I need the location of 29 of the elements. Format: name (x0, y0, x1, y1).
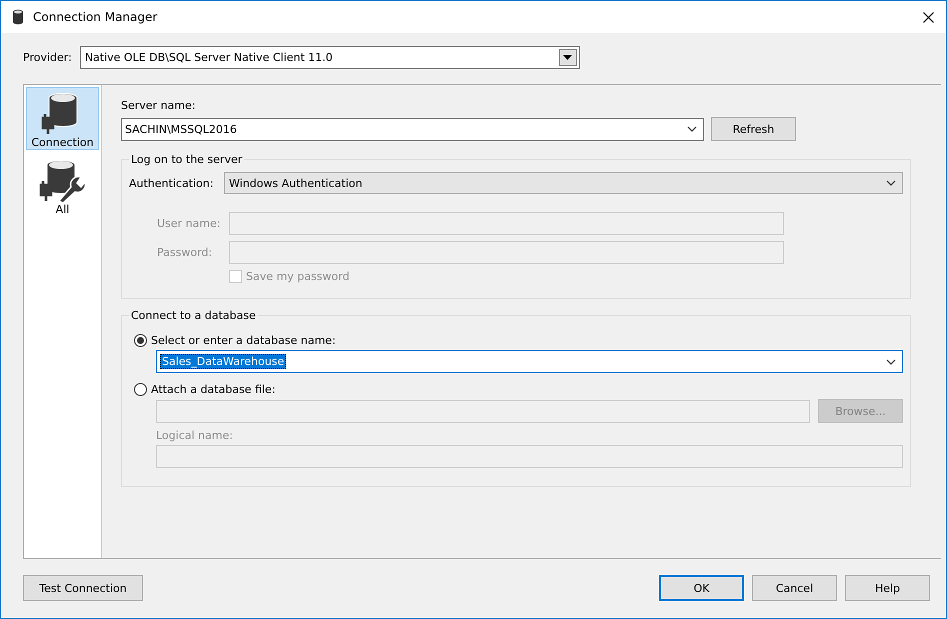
provider-label: Provider: (23, 50, 72, 64)
test-connection-button[interactable]: Test Connection (23, 575, 143, 601)
option-label: Attach a database file: (151, 383, 276, 396)
save-password-label: Save my password (246, 270, 350, 283)
close-icon[interactable] (923, 12, 934, 22)
help-button[interactable]: Help (845, 575, 930, 601)
sidebar-item[interactable]: All (26, 154, 99, 217)
provider-dropdown[interactable]: Native OLE DB\SQL Server Native Client 11.0 (80, 46, 580, 68)
ok-button[interactable]: OK (659, 575, 744, 601)
group-title: Log on to the server (130, 153, 244, 166)
server-name-label: Server name: (121, 99, 196, 112)
database-icon (11, 9, 25, 25)
server-name-field[interactable]: SACHIN\MSSQL2016 (121, 118, 704, 140)
option-label: Select or enter a database name: (151, 334, 336, 347)
window-title: Connection Manager (33, 10, 158, 24)
radio-button[interactable] (134, 383, 147, 396)
refresh-button[interactable]: Refresh (711, 117, 796, 141)
authentication-label: Authentication: (129, 176, 214, 190)
authentication-dropdown[interactable]: Windows Authentication (224, 172, 903, 194)
sidebar-item[interactable]: Connection (26, 87, 99, 150)
group-title: Connect to a database (130, 309, 257, 322)
user-name-label: User name: (157, 217, 222, 230)
password-label: Password: (157, 246, 214, 259)
database-name-field[interactable]: Sales_DataWarehouse (156, 350, 903, 373)
radio-button[interactable] (134, 334, 147, 347)
dropdown-arrow-icon (563, 54, 572, 60)
logical-name-label: Logical name: (156, 429, 233, 442)
logical-name-field[interactable] (156, 445, 903, 468)
cancel-button[interactable]: Cancel (752, 575, 837, 601)
